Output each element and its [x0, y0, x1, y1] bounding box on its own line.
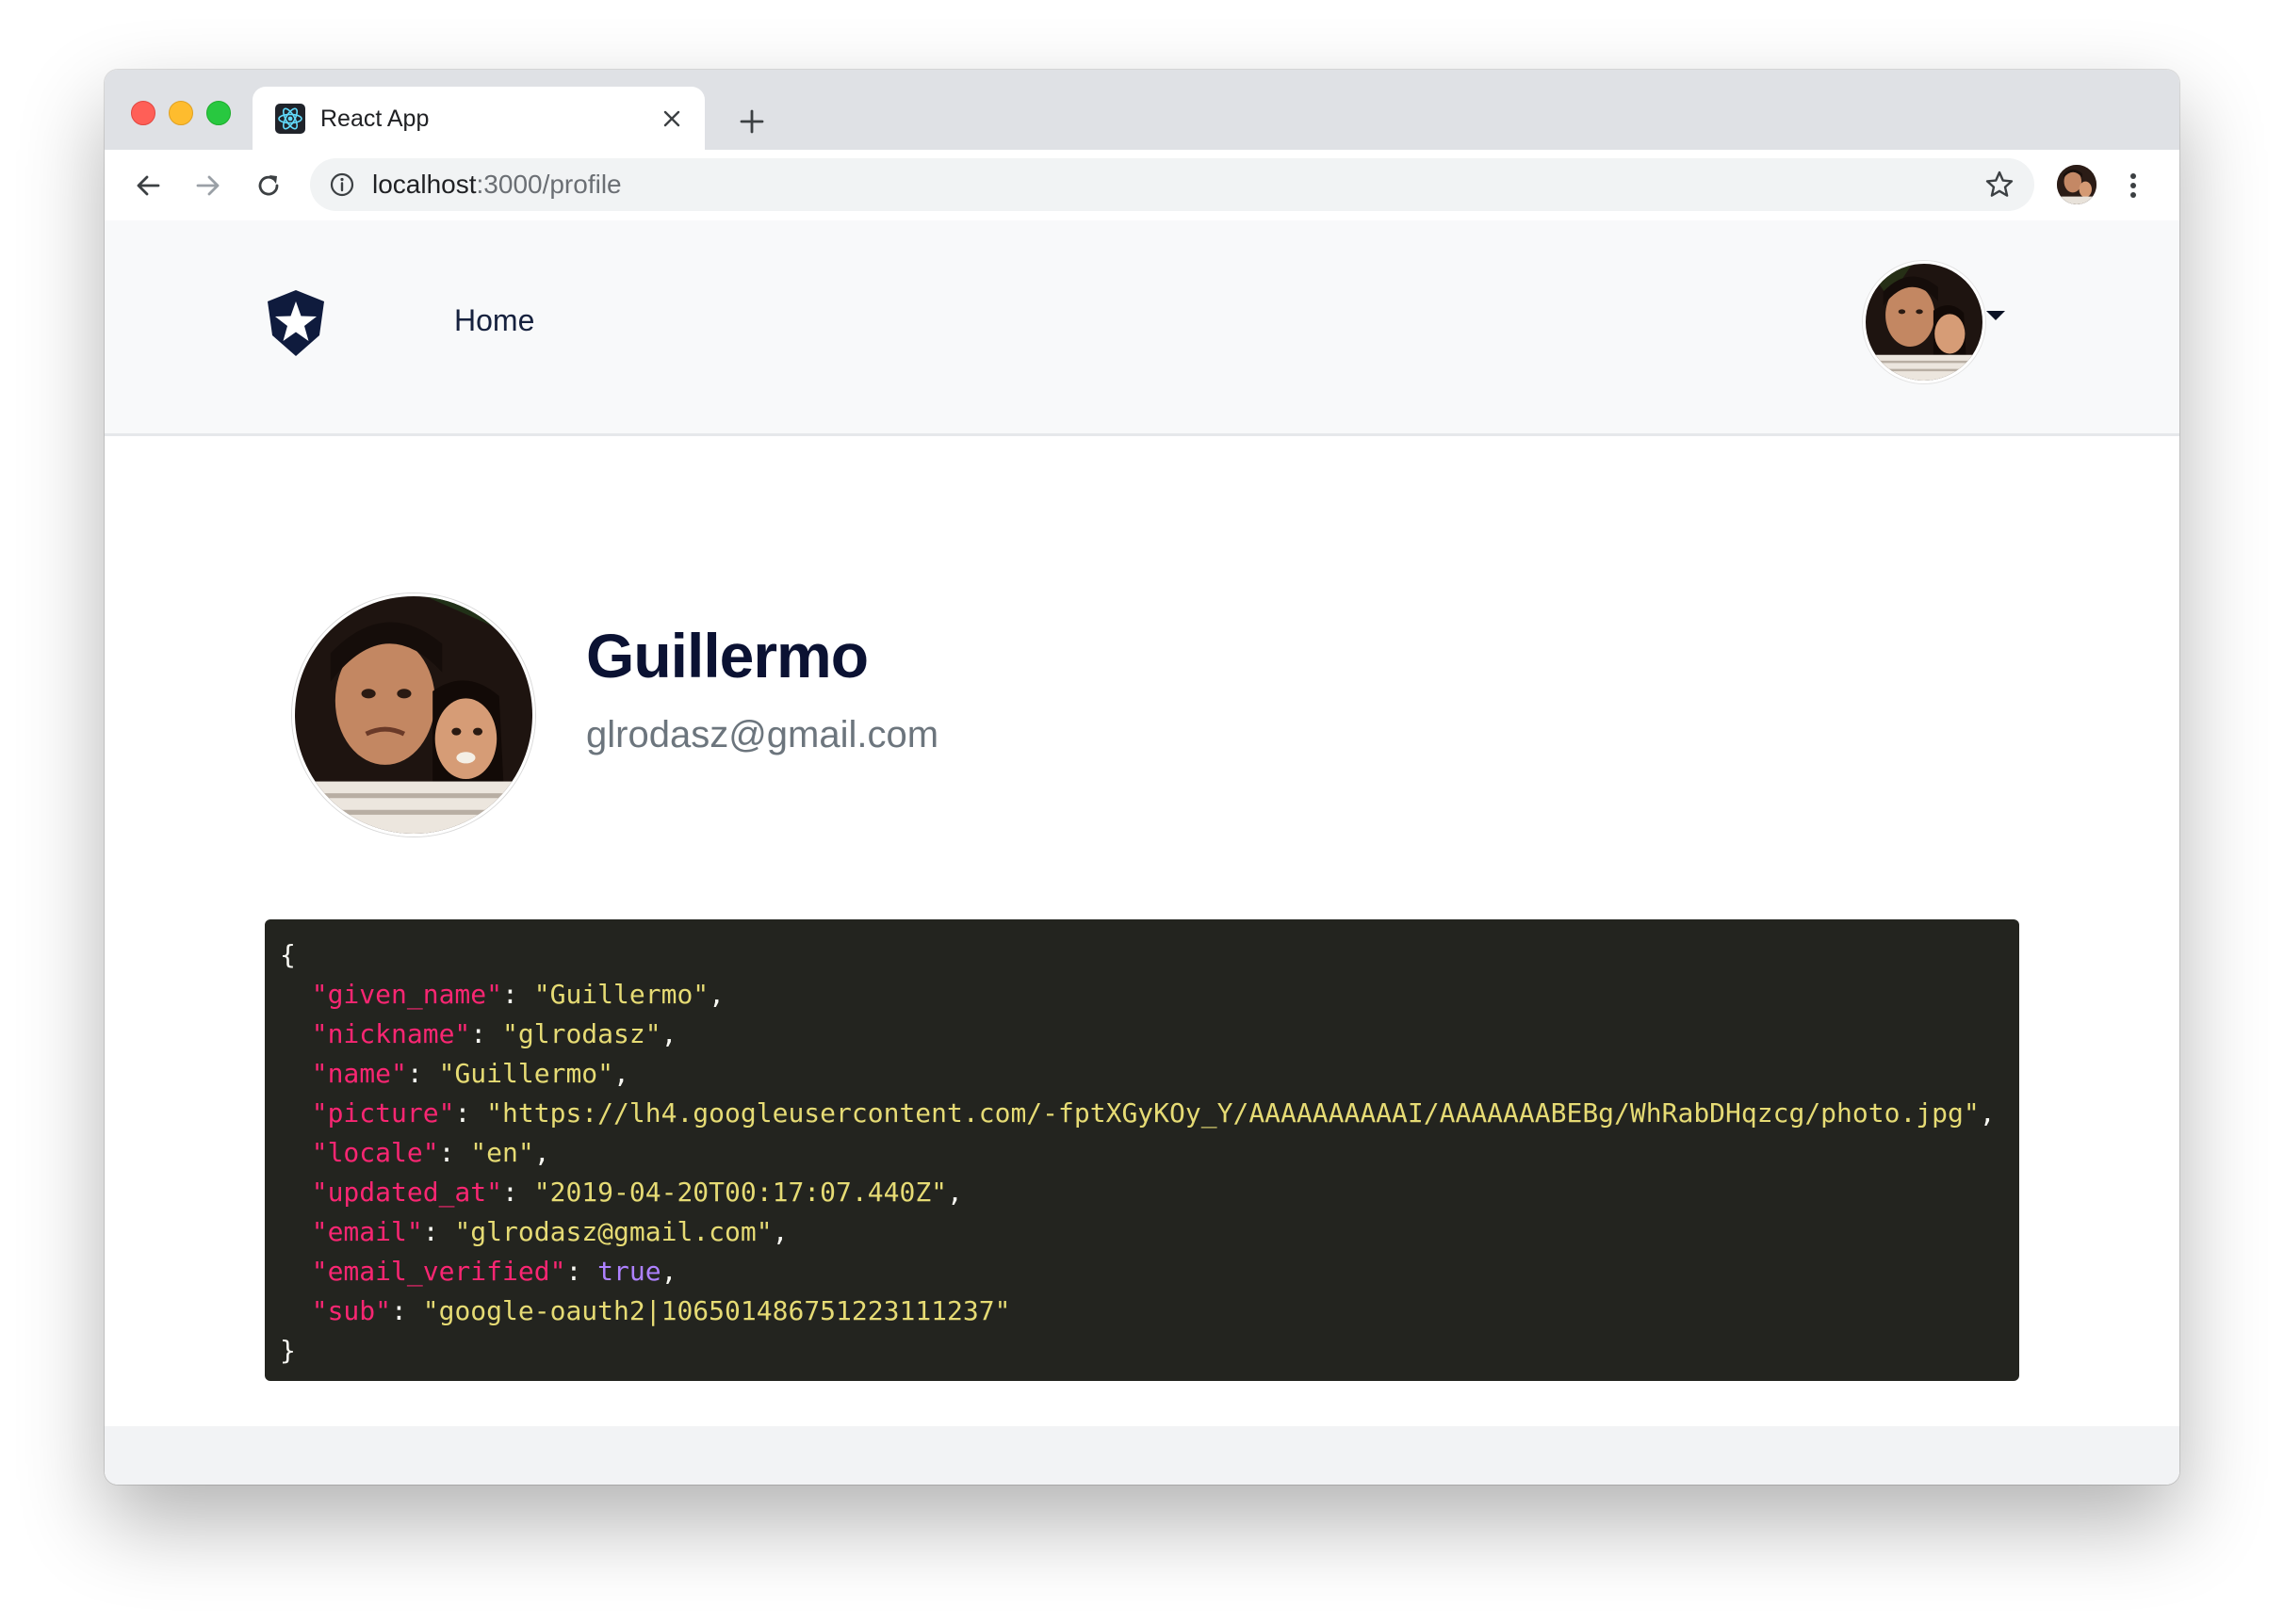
maximize-window-button[interactable] [206, 101, 231, 125]
close-window-button[interactable] [131, 101, 155, 125]
info-icon[interactable] [329, 171, 355, 198]
json-line: "nickname": "glrodasz", [311, 1018, 677, 1049]
json-value: true [597, 1256, 661, 1287]
shield-star-icon[interactable] [265, 288, 327, 358]
json-entries: "given_name": "Guillermo", "nickname": "… [280, 975, 2004, 1331]
json-value: "glrodasz@gmail.com" [454, 1216, 773, 1247]
json-key: "given_name" [311, 979, 503, 1010]
forward-arrow-icon[interactable] [188, 165, 229, 206]
url-host: localhost [372, 170, 477, 199]
json-line: "locale": "en", [311, 1137, 550, 1168]
json-comma: , [613, 1058, 629, 1089]
close-icon[interactable] [656, 103, 688, 135]
tab-strip: React App [105, 70, 2179, 150]
page-content: Home Guillermo glrodasz@gmail.com {"giv… [105, 220, 2179, 1485]
json-value: "Guillermo" [438, 1058, 614, 1089]
plus-icon[interactable] [731, 101, 773, 142]
tab-title: React App [320, 106, 430, 132]
address-bar[interactable]: localhost:3000/profile [310, 158, 2034, 211]
json-value: "glrodasz" [502, 1018, 661, 1049]
json-key: "email" [311, 1216, 423, 1247]
json-comma: , [661, 1018, 677, 1049]
json-key: "sub" [311, 1295, 392, 1326]
json-comma: , [772, 1216, 789, 1247]
profile-json-code: { "given_name": "Guillermo", "nickname":… [265, 919, 2019, 1381]
app-navbar: Home [105, 220, 2179, 436]
kebab-menu-icon[interactable] [2119, 165, 2147, 206]
json-comma: , [947, 1177, 963, 1208]
url-text[interactable]: localhost:3000/profile [372, 170, 622, 200]
json-key: "nickname" [311, 1018, 471, 1049]
json-comma: , [709, 979, 726, 1010]
json-line: "email": "glrodasz@gmail.com", [311, 1216, 789, 1247]
json-line: "given_name": "Guillermo", [311, 979, 726, 1010]
json-value: "en" [470, 1137, 534, 1168]
user-menu-avatar[interactable] [1863, 261, 1985, 383]
json-open-brace: { [280, 939, 296, 970]
profile-email: glrodasz@gmail.com [586, 714, 939, 755]
back-arrow-icon[interactable] [127, 165, 169, 206]
json-value: "google-oauth2|106501486751223111237" [422, 1295, 1011, 1326]
profile-avatar [292, 593, 535, 836]
json-value: "Guillermo" [533, 979, 710, 1010]
json-value: "2019-04-20T00:17:07.440Z" [533, 1177, 948, 1208]
browser-profile-avatar[interactable] [2057, 165, 2096, 204]
url-path: :3000/profile [476, 170, 622, 199]
json-comma: , [533, 1137, 550, 1168]
json-key: "locale" [311, 1137, 439, 1168]
json-line: "name": "Guillermo", [311, 1058, 629, 1089]
json-line: "email_verified": true, [311, 1256, 677, 1287]
json-value: "https://lh4.googleusercontent.com/-fptX… [486, 1097, 1980, 1129]
browser-toolbar: localhost:3000/profile [105, 150, 2179, 222]
json-key: "picture" [311, 1097, 455, 1129]
profile-name: Guillermo [586, 621, 869, 690]
browser-window: React App localhost:3000/profile Home Gu… [105, 70, 2179, 1485]
json-close-brace: } [280, 1335, 296, 1366]
nav-home-link[interactable]: Home [454, 302, 534, 338]
star-icon[interactable] [1983, 169, 2015, 201]
chevron-down-icon[interactable] [1986, 311, 2005, 320]
json-key: "updated_at" [311, 1177, 503, 1208]
json-line: "updated_at": "2019-04-20T00:17:07.440Z"… [311, 1177, 963, 1208]
json-comma: , [661, 1256, 677, 1287]
json-line: "picture": "https://lh4.googleuserconten… [311, 1097, 1996, 1129]
json-key: "name" [311, 1058, 407, 1089]
json-comma: , [1979, 1097, 1996, 1129]
reload-icon[interactable] [248, 165, 289, 206]
minimize-window-button[interactable] [169, 101, 193, 125]
json-key: "email_verified" [311, 1256, 566, 1287]
page-footer [105, 1426, 2179, 1485]
json-line: "sub": "google-oauth2|106501486751223111… [311, 1295, 1011, 1326]
tab-react-app[interactable]: React App [253, 87, 705, 150]
react-logo-icon [275, 104, 305, 134]
